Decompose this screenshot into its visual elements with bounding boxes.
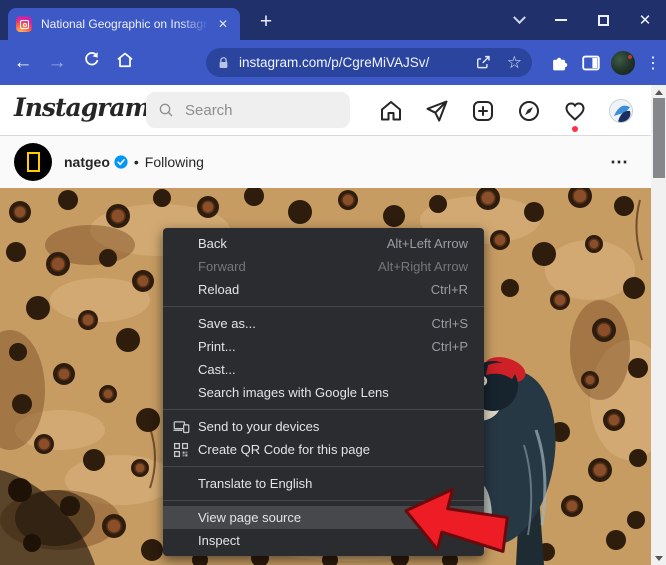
menu-separator: [163, 306, 484, 307]
natgeo-avatar[interactable]: [14, 143, 52, 181]
red-arrow-annotation: [404, 487, 509, 553]
instagram-nav: [379, 85, 633, 136]
close-icon: ✕: [638, 12, 652, 29]
profile-avatar[interactable]: [611, 50, 635, 75]
back-button[interactable]: ←: [6, 52, 40, 74]
tab-title: National Geographic on Instagra: [41, 17, 209, 31]
minimize-button[interactable]: [540, 0, 582, 40]
menu-item-forward[interactable]: Forward Alt+Right Arrow: [163, 255, 484, 278]
instagram-wordmark[interactable]: Instagram: [14, 93, 151, 122]
qr-code-icon: [173, 442, 189, 457]
scrollbar-thumb[interactable]: [652, 98, 665, 178]
lock-icon: [219, 56, 228, 68]
verified-badge-icon: [114, 155, 128, 169]
close-window-button[interactable]: ✕: [624, 0, 666, 40]
menu-item-create-qr[interactable]: Create QR Code for this page: [163, 438, 484, 461]
side-panel-icon[interactable]: [580, 52, 602, 74]
user-avatar-icon: [610, 99, 632, 122]
menu-separator: [163, 466, 484, 467]
maximize-icon: [597, 14, 609, 26]
menu-item-send-to-devices[interactable]: Send to your devices: [163, 415, 484, 438]
instagram-header: Instagram: [0, 85, 651, 136]
instagram-favicon-icon: [16, 16, 32, 32]
devices-icon: [173, 421, 190, 434]
user-avatar[interactable]: [609, 98, 633, 123]
post-header: natgeo • Following ⋯: [0, 136, 651, 188]
home-icon: [117, 52, 133, 67]
home-button[interactable]: [108, 50, 142, 76]
tab-close-icon[interactable]: ✕: [214, 15, 232, 33]
tab-search-button[interactable]: [498, 0, 540, 40]
menu-separator: [163, 409, 484, 410]
chevron-down-icon: [512, 10, 526, 24]
search-box[interactable]: [146, 92, 350, 128]
arrow-up-icon: [654, 89, 663, 95]
forward-button[interactable]: →: [40, 52, 74, 74]
scroll-up-button[interactable]: [651, 85, 666, 99]
address-bar[interactable]: instagram.com/p/CgreMiVAJSv/ ☆: [206, 48, 532, 77]
messenger-icon[interactable]: [425, 99, 449, 123]
scrollbar[interactable]: [651, 85, 666, 565]
menu-item-back[interactable]: Back Alt+Left Arrow: [163, 232, 484, 255]
notifications-heart[interactable]: [563, 99, 587, 132]
reload-button[interactable]: [74, 50, 108, 75]
menu-item-print[interactable]: Print... Ctrl+P: [163, 335, 484, 358]
new-tab-button[interactable]: +: [252, 9, 280, 37]
minimize-icon: [555, 19, 567, 21]
toolbar-right: ⋮: [549, 40, 662, 85]
explore-compass-icon[interactable]: [517, 99, 541, 123]
scroll-down-button[interactable]: [651, 551, 666, 565]
bookmark-star-icon[interactable]: ☆: [507, 53, 522, 73]
menu-item-cast[interactable]: Cast...: [163, 358, 484, 381]
new-post-icon[interactable]: [471, 99, 495, 123]
arrow-down-icon: [654, 555, 663, 561]
share-icon[interactable]: [474, 53, 493, 72]
post-options-button[interactable]: ⋯: [610, 152, 629, 173]
extensions-puzzle-icon[interactable]: [549, 52, 571, 74]
tab-strip: National Geographic on Instagra ✕ + ✕: [0, 0, 666, 40]
following-button[interactable]: Following: [145, 154, 204, 170]
menu-item-google-lens[interactable]: Search images with Google Lens: [163, 381, 484, 404]
natgeo-logo-icon: [26, 152, 40, 172]
home-feed-icon[interactable]: [379, 99, 403, 123]
browser-menu-button[interactable]: ⋮: [644, 53, 662, 73]
window-controls: ✕: [498, 0, 666, 40]
maximize-button[interactable]: [582, 0, 624, 40]
menu-item-reload[interactable]: Reload Ctrl+R: [163, 278, 484, 301]
menu-item-save-as[interactable]: Save as... Ctrl+S: [163, 312, 484, 335]
search-icon: [159, 103, 173, 117]
reload-icon: [84, 52, 98, 66]
url-text: instagram.com/p/CgreMiVAJSv/: [239, 55, 430, 70]
browser-window: National Geographic on Instagra ✕ + ✕ ← …: [0, 0, 666, 565]
search-input[interactable]: [185, 101, 335, 119]
separator-dot: •: [133, 154, 139, 170]
notification-dot: [572, 125, 578, 132]
username-link[interactable]: natgeo: [64, 154, 110, 170]
browser-tab[interactable]: National Geographic on Instagra ✕: [8, 8, 240, 40]
heart-icon: [565, 101, 585, 121]
